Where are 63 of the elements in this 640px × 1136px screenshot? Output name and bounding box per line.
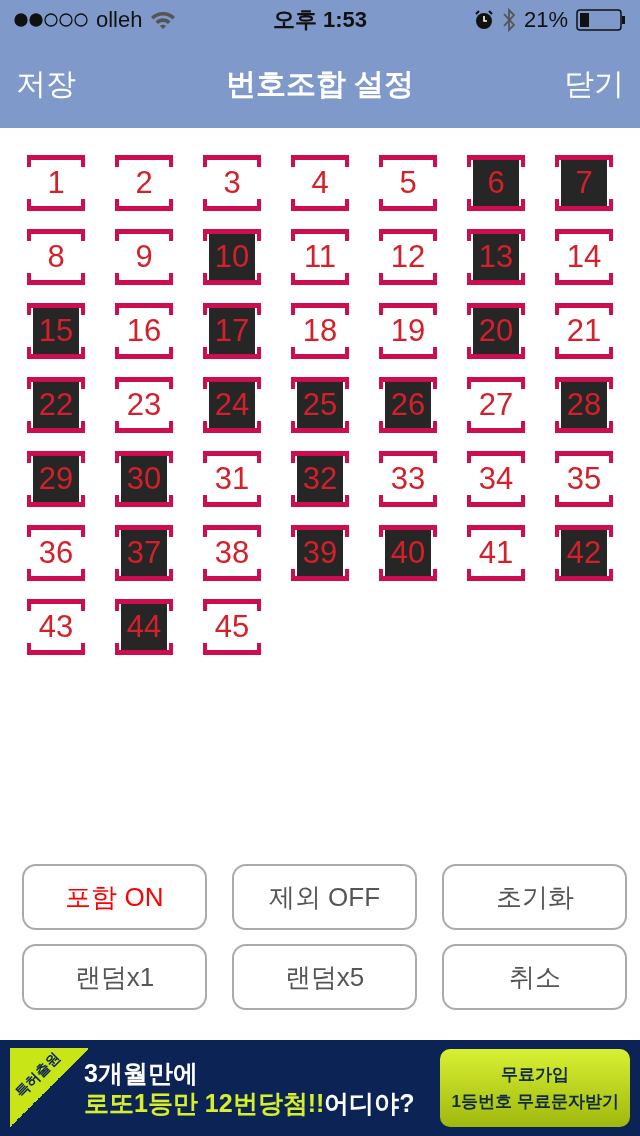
option-button[interactable]: 초기화 [442, 864, 627, 930]
number-cell[interactable]: 32 [291, 451, 349, 507]
number-cell[interactable]: 41 [467, 525, 525, 581]
number-cell[interactable]: 16 [115, 303, 173, 359]
number-cell[interactable]: 17 [203, 303, 261, 359]
number-cell[interactable]: 45 [203, 599, 261, 655]
ad-cta-button[interactable]: 무료가입 1등번호 무료문자받기 [440, 1049, 630, 1127]
number-cell[interactable]: 21 [555, 303, 613, 359]
option-button[interactable]: 제외 OFF [232, 864, 417, 930]
number-cell[interactable]: 36 [27, 525, 85, 581]
number-cell[interactable]: 28 [555, 377, 613, 433]
option-button[interactable]: 취소 [442, 944, 627, 1010]
number-cell[interactable]: 20 [467, 303, 525, 359]
number-cell[interactable]: 29 [27, 451, 85, 507]
number-cell[interactable]: 27 [467, 377, 525, 433]
number-cell[interactable]: 24 [203, 377, 261, 433]
battery-icon [576, 9, 626, 31]
number-cell[interactable]: 6 [467, 155, 525, 211]
number-cell[interactable]: 4 [291, 155, 349, 211]
number-cell[interactable]: 26 [379, 377, 437, 433]
number-cell[interactable]: 35 [555, 451, 613, 507]
save-button[interactable]: 저장 [16, 63, 76, 105]
carrier-name: olleh [96, 7, 143, 33]
number-cell[interactable]: 22 [27, 377, 85, 433]
number-cell[interactable]: 8 [27, 229, 85, 285]
option-button[interactable]: 랜덤x5 [232, 944, 417, 1010]
number-cell[interactable]: 38 [203, 525, 261, 581]
nav-title: 번호조합 설정 [225, 65, 415, 102]
number-cell[interactable]: 39 [291, 525, 349, 581]
number-cell[interactable]: 2 [115, 155, 173, 211]
number-cell[interactable]: 25 [291, 377, 349, 433]
signal-icon [14, 13, 88, 27]
number-cell[interactable]: 43 [27, 599, 85, 655]
number-cell[interactable]: 19 [379, 303, 437, 359]
alarm-icon [473, 10, 494, 30]
number-cell[interactable]: 42 [555, 525, 613, 581]
close-button[interactable]: 닫기 [564, 63, 624, 105]
number-cell[interactable]: 7 [555, 155, 613, 211]
status-time: 오후 1:53 [272, 6, 368, 34]
number-cell[interactable]: 13 [467, 229, 525, 285]
number-cell[interactable]: 12 [379, 229, 437, 285]
number-cell[interactable]: 1 [27, 155, 85, 211]
option-button[interactable]: 랜덤x1 [22, 944, 207, 1010]
option-button[interactable]: 포함 ON [22, 864, 207, 930]
number-cell[interactable]: 34 [467, 451, 525, 507]
number-cell[interactable]: 40 [379, 525, 437, 581]
battery-percent: 21% [523, 7, 568, 33]
number-cell[interactable]: 14 [555, 229, 613, 285]
number-cell[interactable]: 3 [203, 155, 261, 211]
number-cell[interactable]: 31 [203, 451, 261, 507]
wifi-icon [150, 10, 177, 30]
number-cell[interactable]: 18 [291, 303, 349, 359]
bluetooth-icon [501, 8, 516, 32]
number-cell[interactable]: 30 [115, 451, 173, 507]
number-cell[interactable]: 15 [27, 303, 85, 359]
number-cell[interactable]: 9 [115, 229, 173, 285]
number-cell[interactable]: 33 [379, 451, 437, 507]
number-cell[interactable]: 10 [203, 229, 261, 285]
number-cell[interactable]: 37 [115, 525, 173, 581]
number-cell[interactable]: 44 [115, 599, 173, 655]
number-cell[interactable]: 5 [379, 155, 437, 211]
number-cell[interactable]: 23 [115, 377, 173, 433]
number-cell[interactable]: 11 [291, 229, 349, 285]
